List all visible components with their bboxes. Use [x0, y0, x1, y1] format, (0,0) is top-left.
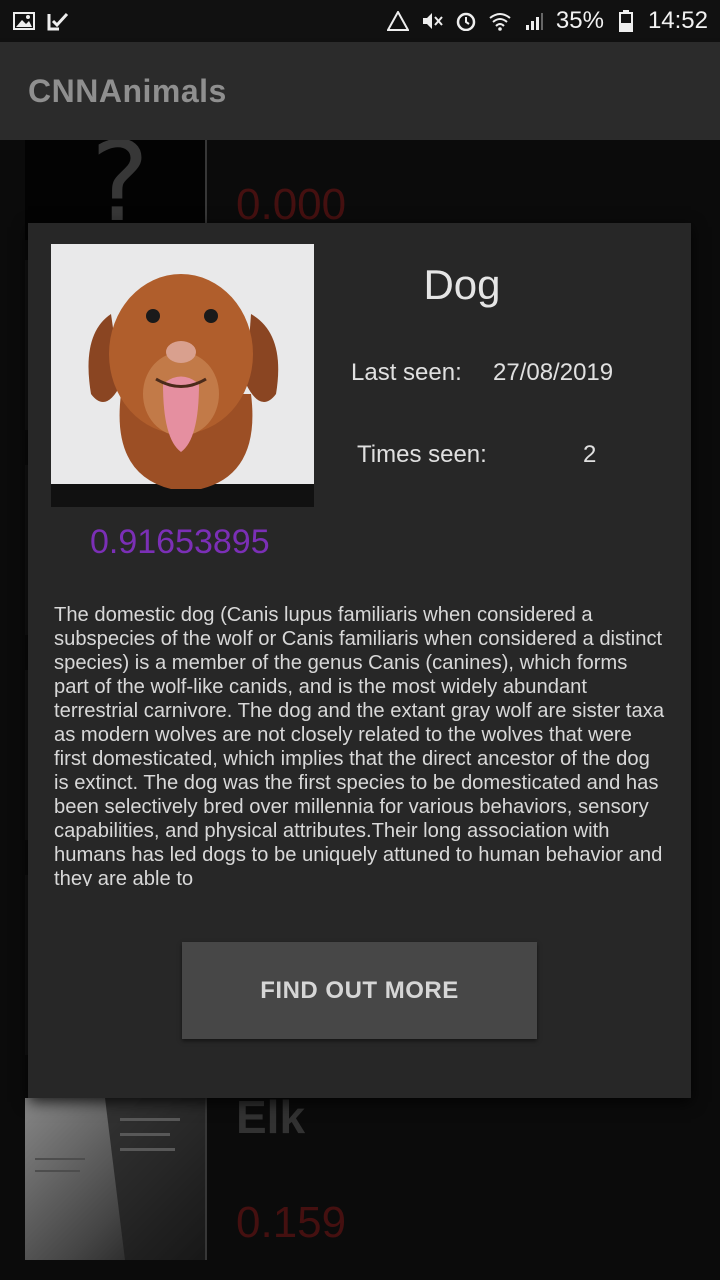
find-out-more-button[interactable]: FIND OUT MORE	[182, 942, 537, 1039]
status-bar: 35% 14:52	[0, 0, 720, 42]
prediction-probability: 0.91653895	[90, 523, 270, 561]
battery-icon	[614, 10, 638, 32]
status-right-icons: 35% 14:52	[386, 7, 708, 35]
clock: 14:52	[647, 7, 708, 34]
gallery-icon	[12, 11, 36, 31]
status-left-icons	[12, 11, 70, 31]
times-seen-value: 2	[583, 441, 597, 468]
battery-percent: 35%	[555, 7, 604, 34]
animal-photo	[51, 244, 314, 507]
signal-icon	[522, 11, 546, 31]
mute-icon	[420, 11, 444, 31]
wifi-icon	[488, 11, 512, 31]
last-seen-value: 27/08/2019	[493, 359, 614, 386]
alarm-icon	[454, 11, 478, 31]
last-seen-label: Last seen:	[351, 359, 462, 386]
animal-name: Dog	[423, 261, 501, 308]
task-check-icon	[46, 11, 70, 31]
animal-detail-dialog: 0.91653895 Dog Last seen: 27/08/2019 Tim…	[28, 223, 691, 1098]
app-bar: CNNAnimals	[0, 42, 720, 140]
times-seen-label: Times seen:	[357, 441, 487, 468]
app-title: CNNAnimals	[28, 72, 227, 109]
warning-triangle-icon	[386, 11, 410, 31]
animal-description[interactable]: The domestic dog (Canis lupus familiaris…	[54, 603, 666, 886]
